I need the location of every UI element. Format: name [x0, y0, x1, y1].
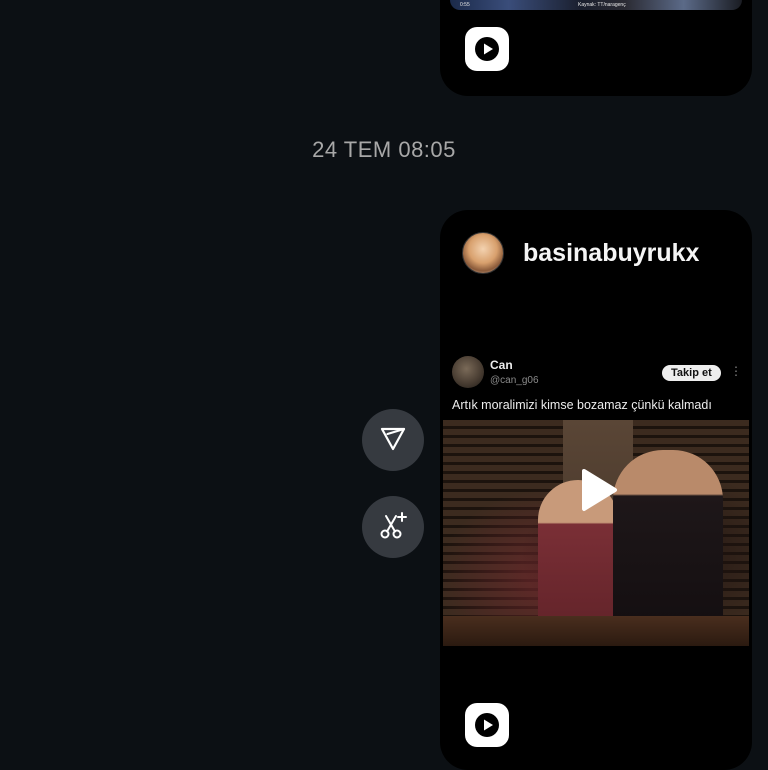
video-scene-floor	[443, 616, 749, 646]
tweet-author-handle: @can_g06	[490, 375, 539, 386]
reel-username[interactable]: basinabuyrukx	[523, 239, 699, 268]
follow-button: Takip et	[662, 365, 721, 381]
thumbnail-time: 0:55	[460, 2, 470, 8]
avatar[interactable]	[462, 232, 504, 274]
reel-video[interactable]	[443, 420, 749, 646]
tweet-author-name: Can	[490, 358, 513, 372]
previous-reel-thumbnail[interactable]: 0:55 Kaynak: TT/naragenç	[450, 0, 742, 10]
send-icon	[378, 423, 408, 458]
tweet-header: Can @can_g06	[452, 356, 539, 388]
thumbnail-caption: Kaynak: TT/naragenç	[578, 2, 626, 8]
reel-header[interactable]: basinabuyrukx	[462, 232, 699, 274]
share-button[interactable]	[362, 409, 424, 471]
shared-reel-card[interactable]: basinabuyrukx Can @can_g06 Takip et ⋮ Ar…	[440, 210, 752, 770]
tweet-text: Artık moralimizi kimse bozamaz çünkü kal…	[452, 398, 712, 412]
previous-reel-card[interactable]: 0:55 Kaynak: TT/naragenç	[440, 0, 752, 96]
reel-play-icon[interactable]	[465, 27, 509, 71]
more-icon: ⋮	[730, 364, 742, 378]
ai-sparkle-scissors-icon	[376, 508, 410, 547]
reel-play-icon[interactable]	[465, 703, 509, 747]
reel-content[interactable]: Can @can_g06 Takip et ⋮ Artık moralimizi…	[440, 350, 752, 650]
ai-edit-button[interactable]	[362, 496, 424, 558]
message-timestamp: 24 TEM 08:05	[312, 137, 456, 162]
tweet-avatar	[452, 356, 484, 388]
video-play-icon[interactable]	[571, 465, 621, 515]
